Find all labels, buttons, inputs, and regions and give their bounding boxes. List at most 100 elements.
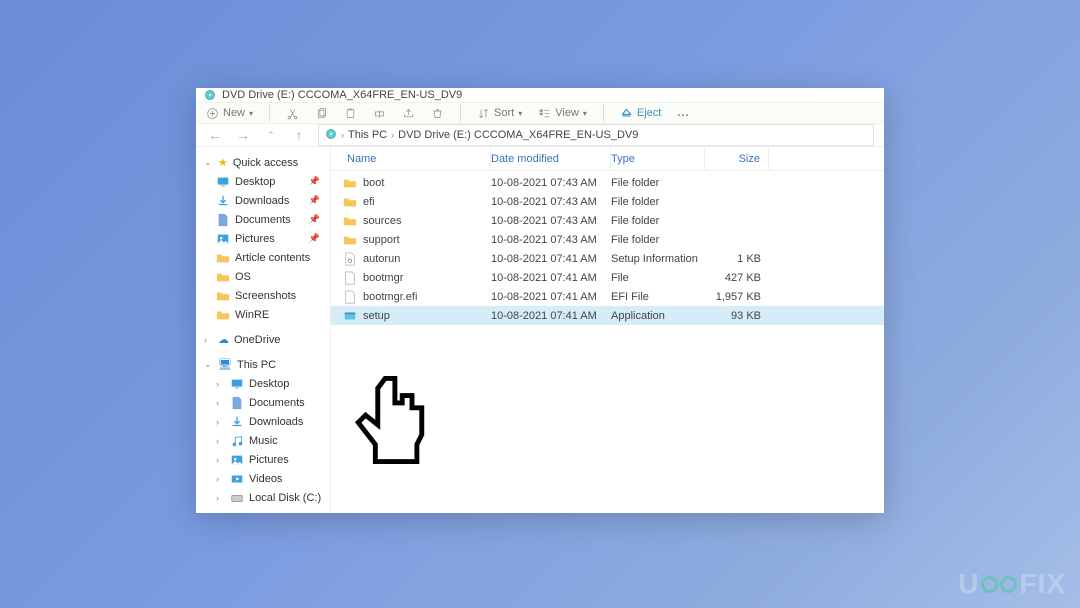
sidebar-item[interactable]: › Documents xyxy=(196,393,330,412)
view-button[interactable]: View ▾ xyxy=(538,107,587,120)
folder-icon xyxy=(216,251,230,265)
sidebar-item[interactable]: › Local Disk (C:) xyxy=(196,488,330,507)
chevron-down-icon: ▾ xyxy=(583,109,587,118)
body: ⌄ ★ Quick access Desktop 📌 Downloads 📌 D… xyxy=(196,147,884,513)
sidebar-item-label: Article contents xyxy=(235,252,310,264)
sidebar-item-label: Pictures xyxy=(235,233,275,245)
column-date[interactable]: Date modified xyxy=(491,147,611,170)
sidebar-item[interactable]: Documents 📌 xyxy=(196,210,330,229)
breadcrumb-root[interactable]: This PC xyxy=(348,129,387,141)
new-button[interactable]: New ▾ xyxy=(206,107,253,120)
cell-name: sources xyxy=(363,215,402,227)
sidebar-item[interactable]: Screenshots xyxy=(196,286,330,305)
sidebar-item-label: Screenshots xyxy=(235,290,296,302)
documents-icon xyxy=(230,396,244,410)
share-button[interactable] xyxy=(402,107,415,120)
sidebar-item[interactable]: › Videos xyxy=(196,469,330,488)
sidebar-item-label: Local Disk (C:) xyxy=(249,492,321,504)
sidebar-quick-access[interactable]: ⌄ ★ Quick access xyxy=(196,153,330,172)
copy-button[interactable] xyxy=(315,107,328,120)
sidebar-item[interactable]: WinRE xyxy=(196,305,330,324)
content-pane: Name Date modified Type Size boot 10-08-… xyxy=(331,147,884,513)
folder-icon xyxy=(343,214,357,228)
cell-type: Setup Information xyxy=(611,253,705,265)
cell-date: 10-08-2021 07:41 AM xyxy=(491,272,611,284)
chevron-right-icon: › xyxy=(216,455,225,465)
sidebar-this-pc[interactable]: ⌄ 🖥 This PC xyxy=(196,355,330,374)
cell-type: EFI File xyxy=(611,291,705,303)
table-row[interactable]: efi 10-08-2021 07:43 AM File folder xyxy=(331,192,884,211)
table-row[interactable]: sources 10-08-2021 07:43 AM File folder xyxy=(331,211,884,230)
sidebar-item-label: Pictures xyxy=(249,454,289,466)
table-row[interactable]: setup 10-08-2021 07:41 AM Application 93… xyxy=(331,306,884,325)
eject-button[interactable]: Eject xyxy=(620,107,661,120)
table-row[interactable]: bootmgr 10-08-2021 07:41 AM File 427 KB xyxy=(331,268,884,287)
rename-button[interactable] xyxy=(373,107,386,120)
cell-name: bootmgr.efi xyxy=(363,291,417,303)
table-row[interactable]: boot 10-08-2021 07:43 AM File folder xyxy=(331,173,884,192)
pc-icon: 🖥 xyxy=(218,358,232,371)
sidebar-onedrive[interactable]: › ☁ OneDrive xyxy=(196,330,330,349)
sidebar-item-label: Downloads xyxy=(235,195,289,207)
cell-name: autorun xyxy=(363,253,400,265)
sidebar-item[interactable]: › Downloads xyxy=(196,412,330,431)
separator xyxy=(603,104,604,122)
videos-icon xyxy=(230,472,244,486)
back-button[interactable]: ← xyxy=(206,127,224,143)
disc-icon xyxy=(325,128,337,143)
watermark: U FIX xyxy=(958,568,1066,600)
chevron-right-icon: › xyxy=(216,493,225,503)
table-row[interactable]: support 10-08-2021 07:43 AM File folder xyxy=(331,230,884,249)
chevron-right-icon: › xyxy=(216,379,225,389)
sort-icon xyxy=(477,107,490,120)
table-row[interactable]: autorun 10-08-2021 07:41 AM Setup Inform… xyxy=(331,249,884,268)
sort-button[interactable]: Sort ▾ xyxy=(477,107,522,120)
paste-button[interactable] xyxy=(344,107,357,120)
address-bar: ← → ⌃ ↑ › This PC › DVD Drive (E:) CCCOM… xyxy=(196,124,884,147)
circle-icon xyxy=(981,576,998,593)
desktop-icon xyxy=(230,377,244,391)
breadcrumb[interactable]: › This PC › DVD Drive (E:) CCCOMA_X64FRE… xyxy=(318,124,874,146)
pictures-icon xyxy=(216,232,230,246)
cell-name: support xyxy=(363,234,400,246)
forward-button[interactable]: → xyxy=(234,127,252,143)
sidebar-item[interactable]: OS xyxy=(196,267,330,286)
sidebar-item[interactable]: › Pictures xyxy=(196,450,330,469)
downloads-icon xyxy=(216,194,230,208)
sidebar-item-label: Music xyxy=(249,435,278,447)
sidebar-item[interactable]: Article contents xyxy=(196,248,330,267)
up-one-level-button[interactable]: ↑ xyxy=(290,127,308,143)
star-icon: ★ xyxy=(218,156,228,169)
sidebar-item[interactable]: Desktop 📌 xyxy=(196,172,330,191)
chevron-right-icon: › xyxy=(391,130,394,140)
cell-type: File folder xyxy=(611,215,705,227)
sidebar-item-label: WinRE xyxy=(235,309,269,321)
cell-size: 93 KB xyxy=(705,310,769,322)
eject-icon xyxy=(620,107,633,120)
sidebar-item[interactable]: Downloads 📌 xyxy=(196,191,330,210)
cell-date: 10-08-2021 07:41 AM xyxy=(491,310,611,322)
table-row[interactable]: bootmgr.efi 10-08-2021 07:41 AM EFI File… xyxy=(331,287,884,306)
cell-date: 10-08-2021 07:41 AM xyxy=(491,291,611,303)
cell-type: File folder xyxy=(611,234,705,246)
sidebar-item[interactable]: › Desktop xyxy=(196,374,330,393)
sidebar-item[interactable]: › Music xyxy=(196,431,330,450)
file-icon xyxy=(343,271,357,285)
cut-button[interactable] xyxy=(286,107,299,120)
column-type[interactable]: Type xyxy=(611,147,705,170)
documents-icon xyxy=(216,213,230,227)
window-title: DVD Drive (E:) CCCOMA_X64FRE_EN-US_DV9 xyxy=(222,89,462,101)
sidebar-item[interactable]: Pictures 📌 xyxy=(196,229,330,248)
column-size[interactable]: Size xyxy=(705,147,769,170)
delete-button[interactable] xyxy=(431,107,444,120)
cell-type: File folder xyxy=(611,177,705,189)
more-button[interactable]: ... xyxy=(677,107,689,119)
circle-icon xyxy=(1000,576,1017,593)
breadcrumb-leaf[interactable]: DVD Drive (E:) CCCOMA_X64FRE_EN-US_DV9 xyxy=(398,129,638,141)
toolbar: New ▾ Sort ▾ View ▾ Eject ... xyxy=(196,102,884,124)
column-name[interactable]: Name xyxy=(343,147,491,170)
up-button[interactable]: ⌃ xyxy=(262,130,280,141)
chevron-right-icon: › xyxy=(216,398,225,408)
folder-icon xyxy=(343,176,357,190)
chevron-down-icon: ⌄ xyxy=(204,359,213,370)
